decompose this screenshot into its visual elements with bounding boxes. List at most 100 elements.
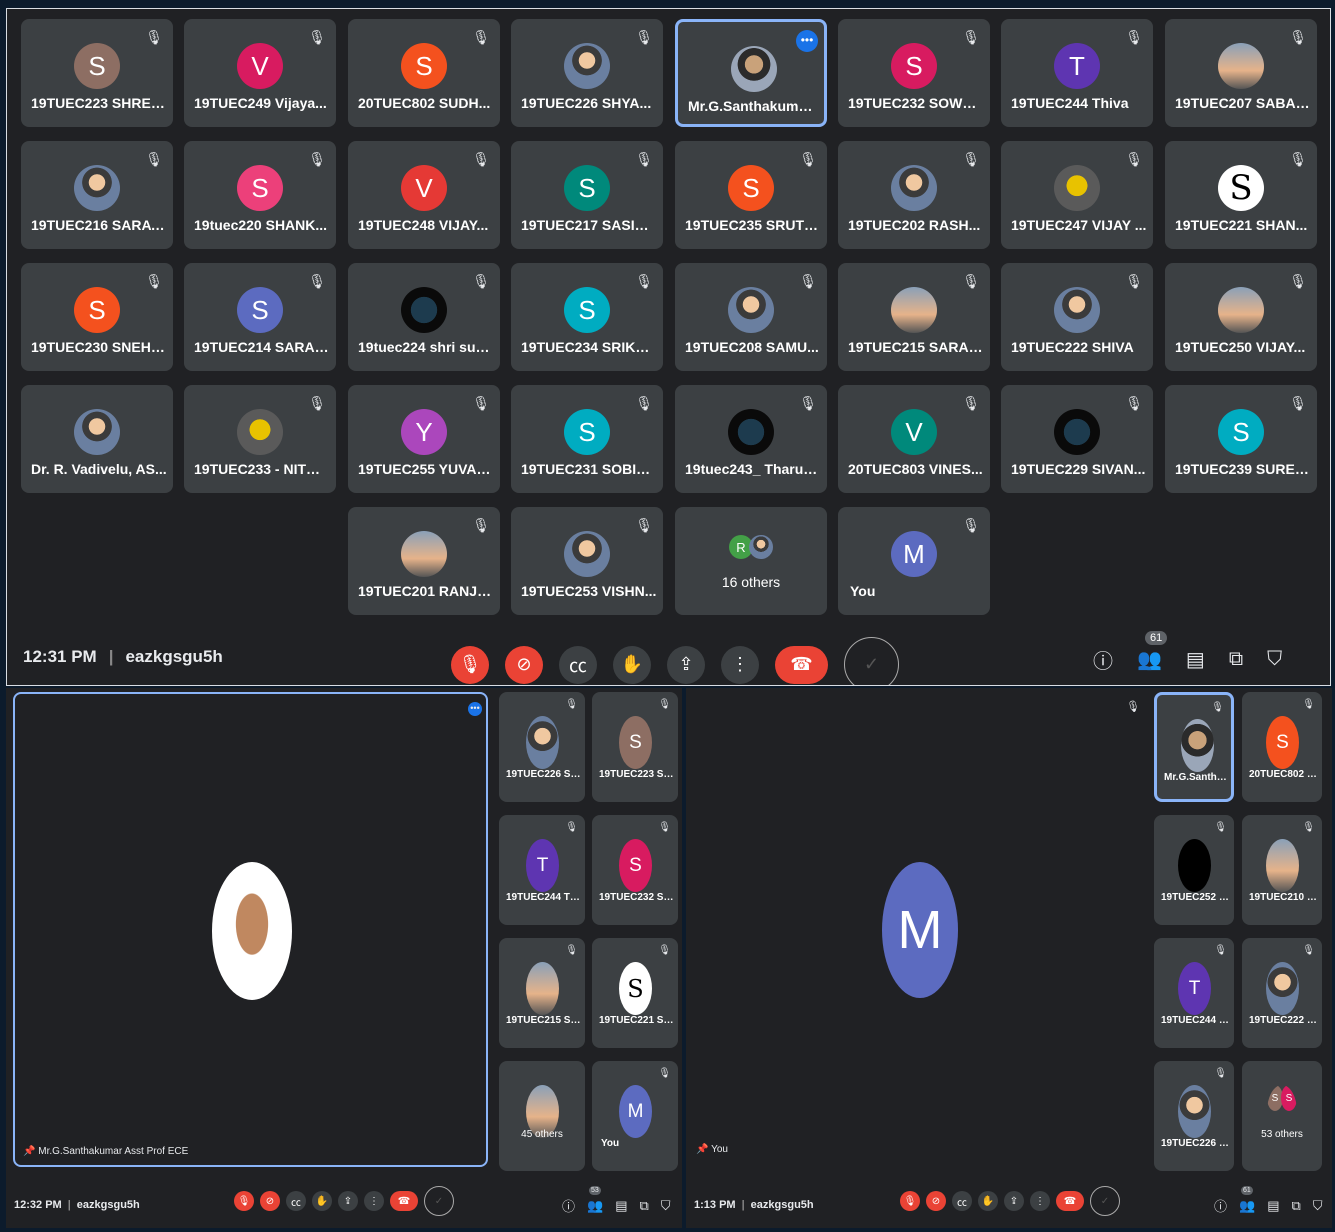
people-icon[interactable]: 👥 53 bbox=[587, 1185, 603, 1214]
participant-tile[interactable]: 19TUEC222 SHIVA 🎙 bbox=[1242, 938, 1322, 1048]
participant-name: Dr. R. Vadivelu, AS... bbox=[31, 461, 167, 477]
participant-name: 19TUEC216 SARAT... bbox=[31, 217, 167, 233]
participant-tile[interactable]: 19tuec243_ Tharun... 🎙 bbox=[675, 385, 827, 493]
camera-off-button[interactable]: ⊘ bbox=[505, 645, 543, 684]
activities-icon[interactable]: ⧉ bbox=[1292, 1198, 1301, 1214]
participant-tile[interactable]: S19TUEC221 SHANMU... 🎙 bbox=[592, 938, 678, 1048]
participant-tile[interactable]: S 19TUEC230 SNEHA... 🎙 bbox=[21, 263, 173, 371]
captions-button[interactable]: ㏄ bbox=[286, 1191, 306, 1211]
participant-name: 45 others bbox=[521, 1129, 563, 1140]
participant-tile[interactable]: 45 others bbox=[499, 1061, 585, 1171]
participant-tile[interactable]: 19TUEC250 VIJAY... 🎙 bbox=[1165, 263, 1317, 371]
participant-tile[interactable]: 19TUEC226 SHYA... 🎙 bbox=[511, 19, 663, 127]
ring-button[interactable]: ✓ bbox=[844, 637, 899, 685]
raise-hand-button[interactable]: ✋ bbox=[312, 1191, 332, 1211]
participant-tile[interactable]: 19TUEC215 SARAN... 🎙 bbox=[838, 263, 990, 371]
participant-tile[interactable]: 19TUEC210 SANJAY.M 🎙 bbox=[1242, 815, 1322, 925]
participant-name: 19TUEC255 YUVAR... bbox=[358, 461, 494, 477]
participant-tile[interactable]: 19TUEC252 VISHNU.V 🎙 bbox=[1154, 815, 1234, 925]
info-icon[interactable]: ⓘ bbox=[1093, 645, 1113, 674]
more-options-icon[interactable]: ••• bbox=[468, 702, 482, 716]
camera-off-button[interactable]: ⊘ bbox=[260, 1191, 280, 1211]
participant-tile[interactable]: 19TUEC202 RASH... 🎙 bbox=[838, 141, 990, 249]
captions-button[interactable]: ㏄ bbox=[952, 1191, 972, 1211]
chat-icon[interactable]: ▤ bbox=[1267, 1198, 1279, 1214]
raise-hand-button[interactable]: ✋ bbox=[978, 1191, 998, 1211]
participant-tile[interactable]: 19TUEC247 VIJAY ... 🎙 bbox=[1001, 141, 1153, 249]
chat-icon[interactable]: ▤ bbox=[615, 1198, 627, 1214]
more-options-button[interactable]: ⋮ bbox=[364, 1191, 384, 1211]
participant-tile[interactable]: S S 53 others bbox=[1242, 1061, 1322, 1171]
more-options-icon[interactable]: ••• bbox=[796, 30, 818, 52]
participant-tile[interactable]: T19TUEC244 Thiva🎙 bbox=[499, 815, 585, 925]
participant-tile[interactable]: 19TUEC208 SAMU... 🎙 bbox=[675, 263, 827, 371]
camera-off-button[interactable]: ⊘ bbox=[926, 1191, 946, 1211]
participant-tile[interactable]: R 16 others bbox=[675, 507, 827, 615]
participant-tile[interactable]: 19TUEC201 RANJE... 🎙 bbox=[348, 507, 500, 615]
participant-tile[interactable]: V 19TUEC249 Vijaya... 🎙 bbox=[184, 19, 336, 127]
leave-call-button[interactable]: ☎ bbox=[390, 1191, 418, 1211]
participant-tile[interactable]: 19TUEC253 VISHN... 🎙 bbox=[511, 507, 663, 615]
mic-off-button[interactable]: 🎙 bbox=[451, 645, 489, 684]
captions-button[interactable]: ㏄ bbox=[559, 645, 597, 684]
activities-icon[interactable]: ⧉ bbox=[640, 1198, 649, 1214]
participant-tile[interactable]: 19TUEC233 - NITHIN 🎙 bbox=[184, 385, 336, 493]
participant-tile[interactable]: Mr.G.Santhakumar... ••• bbox=[675, 19, 827, 127]
participant-tile[interactable]: S 20TUEC802 SUDH... 🎙 bbox=[348, 19, 500, 127]
participant-tile[interactable]: 19TUEC207 SABAR... 🎙 bbox=[1165, 19, 1317, 127]
ring-button[interactable]: ✓ bbox=[424, 1186, 454, 1216]
self-tile[interactable]: M You 🎙 bbox=[838, 507, 990, 615]
host-controls-icon[interactable]: ⛉ bbox=[1267, 648, 1282, 671]
participant-tile[interactable]: S19TUEC232 SOWMIY... 🎙 bbox=[592, 815, 678, 925]
participant-tile[interactable]: 19TUEC215 SARANYA.P 🎙 bbox=[499, 938, 585, 1048]
info-icon[interactable]: ⓘ bbox=[562, 1196, 575, 1215]
participant-tile[interactable]: 19TUEC226 SHYAM S... 🎙 bbox=[1154, 1061, 1234, 1171]
leave-call-button[interactable]: ☎ bbox=[1056, 1191, 1084, 1211]
host-controls-icon[interactable]: ⛉ bbox=[1313, 1198, 1323, 1214]
participant-tile[interactable]: S 19TUEC214 SARAN... 🎙 bbox=[184, 263, 336, 371]
main-speaker-tile[interactable]: 📌 Mr.G.Santhakumar Asst Prof ECE ••• bbox=[13, 692, 488, 1167]
participant-tile[interactable]: S19TUEC223 SHREE SH... 🎙 bbox=[592, 692, 678, 802]
ring-button[interactable]: ✓ bbox=[1090, 1186, 1120, 1216]
raise-hand-button[interactable]: ✋ bbox=[613, 645, 651, 684]
more-options-button[interactable]: ⋮ bbox=[1030, 1191, 1050, 1211]
participant-tile[interactable]: 19TUEC229 SIVAN... 🎙 bbox=[1001, 385, 1153, 493]
participant-tile[interactable]: S 19TUEC217 SASIKU... 🎙 bbox=[511, 141, 663, 249]
participant-tile[interactable]: Dr. R. Vadivelu, AS... bbox=[21, 385, 173, 493]
present-button[interactable]: ⇪ bbox=[1004, 1191, 1024, 1211]
participant-tile[interactable]: T19TUEC244 Thiva🎙 bbox=[1001, 19, 1153, 127]
participant-tile[interactable]: 19TUEC226 SHYAM S... 🎙 bbox=[499, 692, 585, 802]
participant-tile[interactable]: V 19TUEC248 VIJAY... 🎙 bbox=[348, 141, 500, 249]
participant-tile[interactable]: 19TUEC222 SHIVA 🎙 bbox=[1001, 263, 1153, 371]
host-controls-icon[interactable]: ⛉ bbox=[661, 1198, 671, 1214]
participant-tile[interactable]: S 19TUEC232 SOWM... 🎙 bbox=[838, 19, 990, 127]
participant-tile[interactable]: T19TUEC244 Thiva🎙 bbox=[1154, 938, 1234, 1048]
participant-tile[interactable]: S 19TUEC235 SRUTH... 🎙 bbox=[675, 141, 827, 249]
participant-tile[interactable]: S 19tuec220 SHANK... 🎙 bbox=[184, 141, 336, 249]
chat-icon[interactable]: ▤ bbox=[1186, 647, 1205, 672]
participant-tile[interactable]: S20TUEC802 SUDHAR... 🎙 bbox=[1242, 692, 1322, 802]
present-button[interactable]: ⇪ bbox=[338, 1191, 358, 1211]
mic-off-button[interactable]: 🎙 bbox=[900, 1191, 920, 1211]
activities-icon[interactable]: ⧉ bbox=[1229, 648, 1243, 671]
info-icon[interactable]: ⓘ bbox=[1214, 1196, 1227, 1215]
participant-tile[interactable]: V 20TUEC803 VINES... 🎙 bbox=[838, 385, 990, 493]
participant-tile[interactable]: 19TUEC216 SARAT... 🎙 bbox=[21, 141, 173, 249]
people-icon[interactable]: 👥 61 bbox=[1239, 1185, 1255, 1214]
avatar: S bbox=[401, 43, 447, 89]
participant-tile[interactable]: S 19TUEC223 SHREE ... 🎙 bbox=[21, 19, 173, 127]
more-options-button[interactable]: ⋮ bbox=[721, 645, 759, 684]
participant-tile[interactable]: S 19TUEC239 SUREN... 🎙 bbox=[1165, 385, 1317, 493]
participant-tile[interactable]: Mr.G.Santhakumar A... 🎙 bbox=[1154, 692, 1234, 802]
mic-off-icon: 🎙 bbox=[658, 699, 671, 710]
participant-tile[interactable]: S 19TUEC221 SHAN... 🎙 bbox=[1165, 141, 1317, 249]
participant-tile[interactable]: S 19TUEC234 SRIKA... 🎙 bbox=[511, 263, 663, 371]
leave-call-button[interactable]: ☎ bbox=[775, 645, 828, 684]
participant-tile[interactable]: S 19TUEC231 SOBIH... 🎙 bbox=[511, 385, 663, 493]
people-icon[interactable]: 👥 61 bbox=[1137, 631, 1168, 672]
mic-off-button[interactable]: 🎙 bbox=[234, 1191, 254, 1211]
participant-tile[interactable]: 19tuec224 shri sud... 🎙 bbox=[348, 263, 500, 371]
participant-tile[interactable]: Y 19TUEC255 YUVAR... 🎙 bbox=[348, 385, 500, 493]
self-tile[interactable]: M You 🎙 bbox=[592, 1061, 678, 1171]
present-button[interactable]: ⇪ bbox=[667, 645, 705, 684]
